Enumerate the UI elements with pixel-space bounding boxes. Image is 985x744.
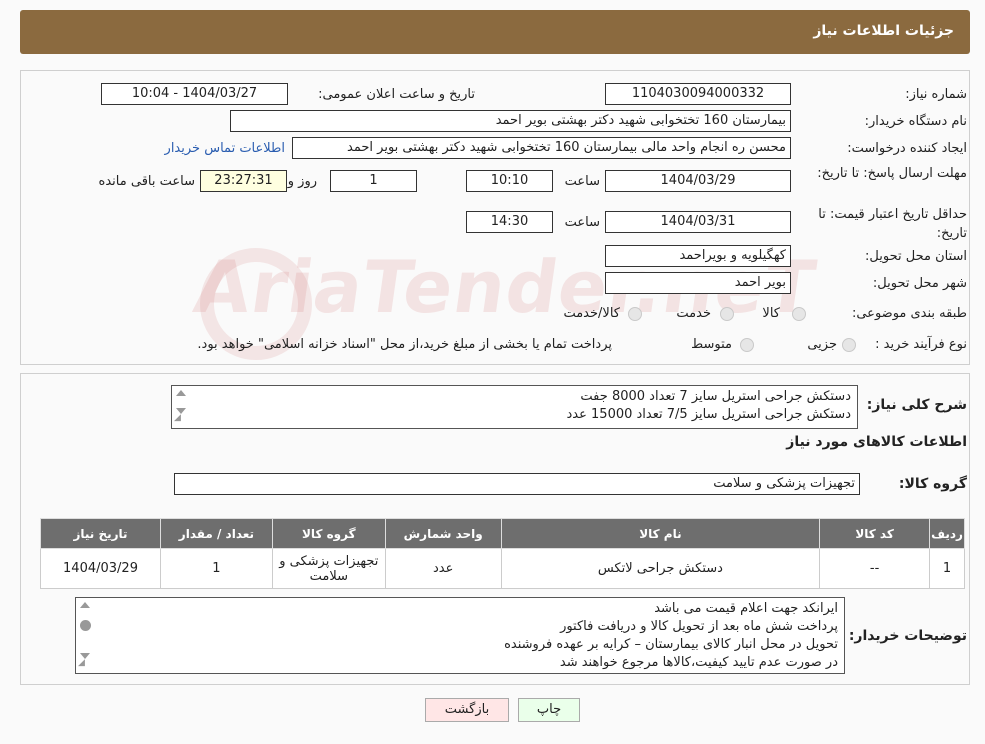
resize-grip-icon[interactable]: ◢ (78, 654, 85, 672)
requester-field[interactable]: محسن ره انجام واحد مالی بیمارستان 160 تخ… (292, 137, 791, 159)
items-table: ردیف کد کالا نام کالا واحد شمارش گروه کا… (40, 518, 965, 589)
summary-scrollbar[interactable]: ◢ (172, 386, 190, 428)
summary-textarea[interactable]: دستکش جراحی استریل سایز 7 تعداد 8000 جفت… (171, 385, 858, 429)
notes-line: در صورت عدم تایید کیفیت،کالاها مرجوع خوا… (559, 655, 838, 670)
buyer-org-field[interactable]: بیمارستان 160 تختخوابی شهید دکتر بهشتی ب… (230, 110, 791, 132)
remaining-label: ساعت باقی مانده (98, 174, 195, 189)
contact-link[interactable]: اطلاعات تماس خریدار (165, 141, 285, 156)
city-field[interactable]: بویر احمد (605, 272, 791, 294)
deadline-date-field[interactable]: 1404/03/29 (605, 170, 791, 192)
col-unit: واحد شمارش (384, 518, 502, 549)
resize-grip-icon[interactable]: ◢ (174, 409, 181, 427)
process-option-medium: متوسط (691, 337, 732, 352)
city-label: شهر محل تحویل: (872, 276, 967, 291)
buyer-notes-label: توضیحات خریدار: (848, 628, 967, 644)
cell-date: 1404/03/29 (40, 548, 161, 589)
cell-group: تجهیزات پزشکی و سلامت (271, 548, 386, 589)
need-number-label: شماره نیاز: (905, 87, 967, 102)
col-code: کد کالا (819, 518, 931, 549)
deadline-time-field[interactable]: 10:10 (466, 170, 553, 192)
process-label: نوع فرآیند خرید : (875, 337, 967, 352)
requester-label: ایجاد کننده درخواست: (847, 141, 967, 156)
notes-line: پرداخت شش ماه بعد از تحویل کالا و دریافت… (560, 619, 838, 634)
deadline-time-label: ساعت (564, 174, 600, 189)
notes-line: تحویل در محل انبار کالای بیمارستان – کرا… (504, 637, 838, 652)
page-header: جزئیات اطلاعات نیاز (20, 10, 970, 54)
announce-label: تاریخ و ساعت اعلان عمومی: (318, 87, 475, 102)
col-row: ردیف (929, 518, 965, 549)
buyer-org-label: نام دستگاه خریدار: (864, 114, 967, 129)
process-radio-medium[interactable] (740, 338, 754, 352)
validity-label: حداقل تاریخ اعتبار قیمت: تا تاریخ: (818, 207, 967, 241)
group-label: گروه کالا: (898, 476, 967, 492)
days-label: روز و (287, 174, 317, 189)
category-label: طبقه بندی موضوعی: (851, 306, 967, 321)
category-radio-goods[interactable] (792, 307, 806, 321)
category-radio-both[interactable] (628, 307, 642, 321)
category-option-service: خدمت (676, 306, 711, 321)
need-number-field[interactable]: 1104030094000332 (605, 83, 791, 105)
cell-unit: عدد (384, 548, 502, 589)
table-row[interactable]: 1 -- دستکش جراحی لاتکس عدد تجهیزات پزشکی… (40, 548, 965, 589)
cell-name: دستکش جراحی لاتکس (500, 548, 821, 589)
back-button[interactable]: بازگشت (425, 698, 509, 722)
category-option-both: کالا/خدمت (563, 306, 620, 321)
validity-time-field[interactable]: 14:30 (466, 211, 553, 233)
summary-line: دستکش جراحی استریل سایز 7 تعداد 8000 جفت (580, 389, 851, 404)
notes-scrollbar[interactable]: ◢ (76, 598, 94, 673)
notes-line: ایرانکد جهت اعلام قیمت می باشد (654, 601, 838, 616)
process-option-minor: جزیی (807, 337, 837, 352)
category-option-goods: کالا (762, 306, 780, 321)
col-quantity: تعداد / مقدار (160, 518, 273, 549)
page-title: جزئیات اطلاعات نیاز (813, 23, 954, 39)
validity-date-field[interactable]: 1404/03/31 (605, 211, 791, 233)
cell-code: -- (819, 548, 931, 589)
validity-time-label: ساعت (564, 215, 600, 230)
cell-row: 1 (929, 548, 965, 589)
deadline-label: مهلت ارسال پاسخ: تا تاریخ: (817, 166, 967, 181)
process-radio-minor[interactable] (842, 338, 856, 352)
col-group: گروه کالا (271, 518, 386, 549)
group-field[interactable]: تجهیزات پزشکی و سلامت (174, 473, 860, 495)
scroll-up-icon[interactable] (176, 390, 186, 396)
process-note: پرداخت تمام یا بخشی از مبلغ خرید،از محل … (197, 337, 612, 352)
province-field[interactable]: کهگیلویه و بویراحمد (605, 245, 791, 267)
remaining-time-field: 23:27:31 (200, 170, 287, 192)
summary-line: دستکش جراحی استریل سایز 7/5 تعداد 15000 … (566, 407, 851, 422)
print-button[interactable]: چاپ (518, 698, 580, 722)
cell-quantity: 1 (160, 548, 273, 589)
scroll-up-icon[interactable] (80, 602, 90, 608)
items-section-title: اطلاعات کالاهای مورد نیاز (786, 434, 967, 450)
province-label: استان محل تحویل: (865, 249, 967, 264)
category-radio-service[interactable] (720, 307, 734, 321)
summary-label: شرح کلی نیاز: (866, 397, 967, 413)
scroll-thumb[interactable] (80, 620, 91, 631)
announce-field[interactable]: 1404/03/27 - 10:04 (101, 83, 288, 105)
col-name: نام کالا (500, 518, 821, 549)
col-date: تاریخ نیاز (40, 518, 161, 549)
buyer-notes-textarea[interactable]: ایرانکد جهت اعلام قیمت می باشد پرداخت شش… (75, 597, 845, 674)
days-field[interactable]: 1 (330, 170, 417, 192)
table-header-row: ردیف کد کالا نام کالا واحد شمارش گروه کا… (40, 518, 965, 549)
